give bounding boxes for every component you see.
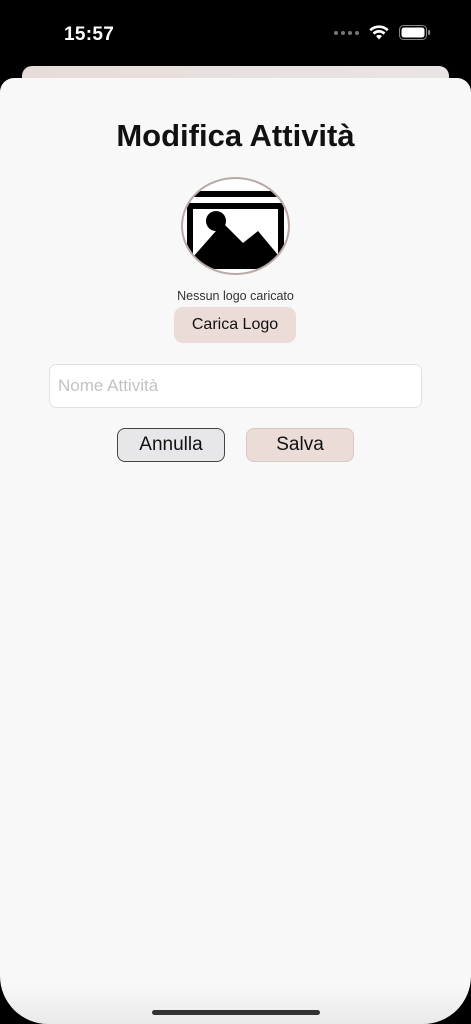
wifi-icon bbox=[369, 25, 389, 40]
status-bar: 15:57 bbox=[0, 0, 471, 66]
home-indicator[interactable] bbox=[152, 1010, 320, 1015]
cellular-dots-icon bbox=[334, 30, 359, 35]
sheet-bottom-shade bbox=[0, 984, 471, 1024]
edit-activity-sheet: Modifica Attività Nessun logo caricato C… bbox=[0, 78, 471, 1024]
image-placeholder-icon bbox=[187, 191, 284, 269]
activity-name-input[interactable] bbox=[49, 364, 422, 408]
status-icons bbox=[334, 25, 431, 40]
battery-icon bbox=[399, 25, 431, 40]
page-title: Modifica Attività bbox=[116, 118, 355, 153]
save-button[interactable]: Salva bbox=[246, 428, 354, 462]
upload-logo-button[interactable]: Carica Logo bbox=[174, 307, 296, 343]
logo-preview bbox=[181, 177, 290, 275]
status-time: 15:57 bbox=[64, 24, 115, 45]
cancel-button[interactable]: Annulla bbox=[117, 428, 225, 462]
logo-status-text: Nessun logo caricato bbox=[177, 289, 294, 303]
